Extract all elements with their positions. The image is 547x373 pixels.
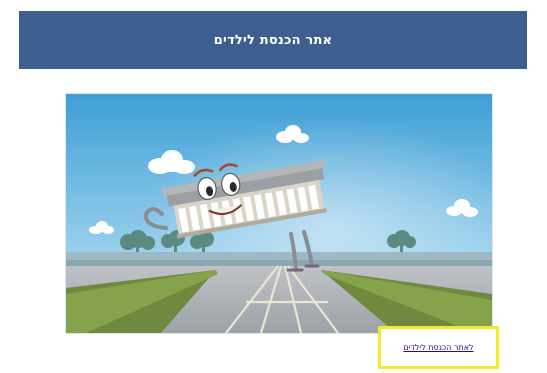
- page-title: אתר הכנסת לילדים: [213, 32, 333, 48]
- knesset-mascot-illustration: [66, 94, 492, 333]
- hero-image: [66, 94, 492, 333]
- page: אתר הכנסת לילדים לאתר הכנסת לילדים: [0, 0, 547, 373]
- kids-site-link[interactable]: לאתר הכנסת לילדים: [403, 343, 473, 352]
- page-header: אתר הכנסת לילדים: [19, 11, 527, 69]
- kids-link-highlight: לאתר הכנסת לילדים: [378, 326, 499, 369]
